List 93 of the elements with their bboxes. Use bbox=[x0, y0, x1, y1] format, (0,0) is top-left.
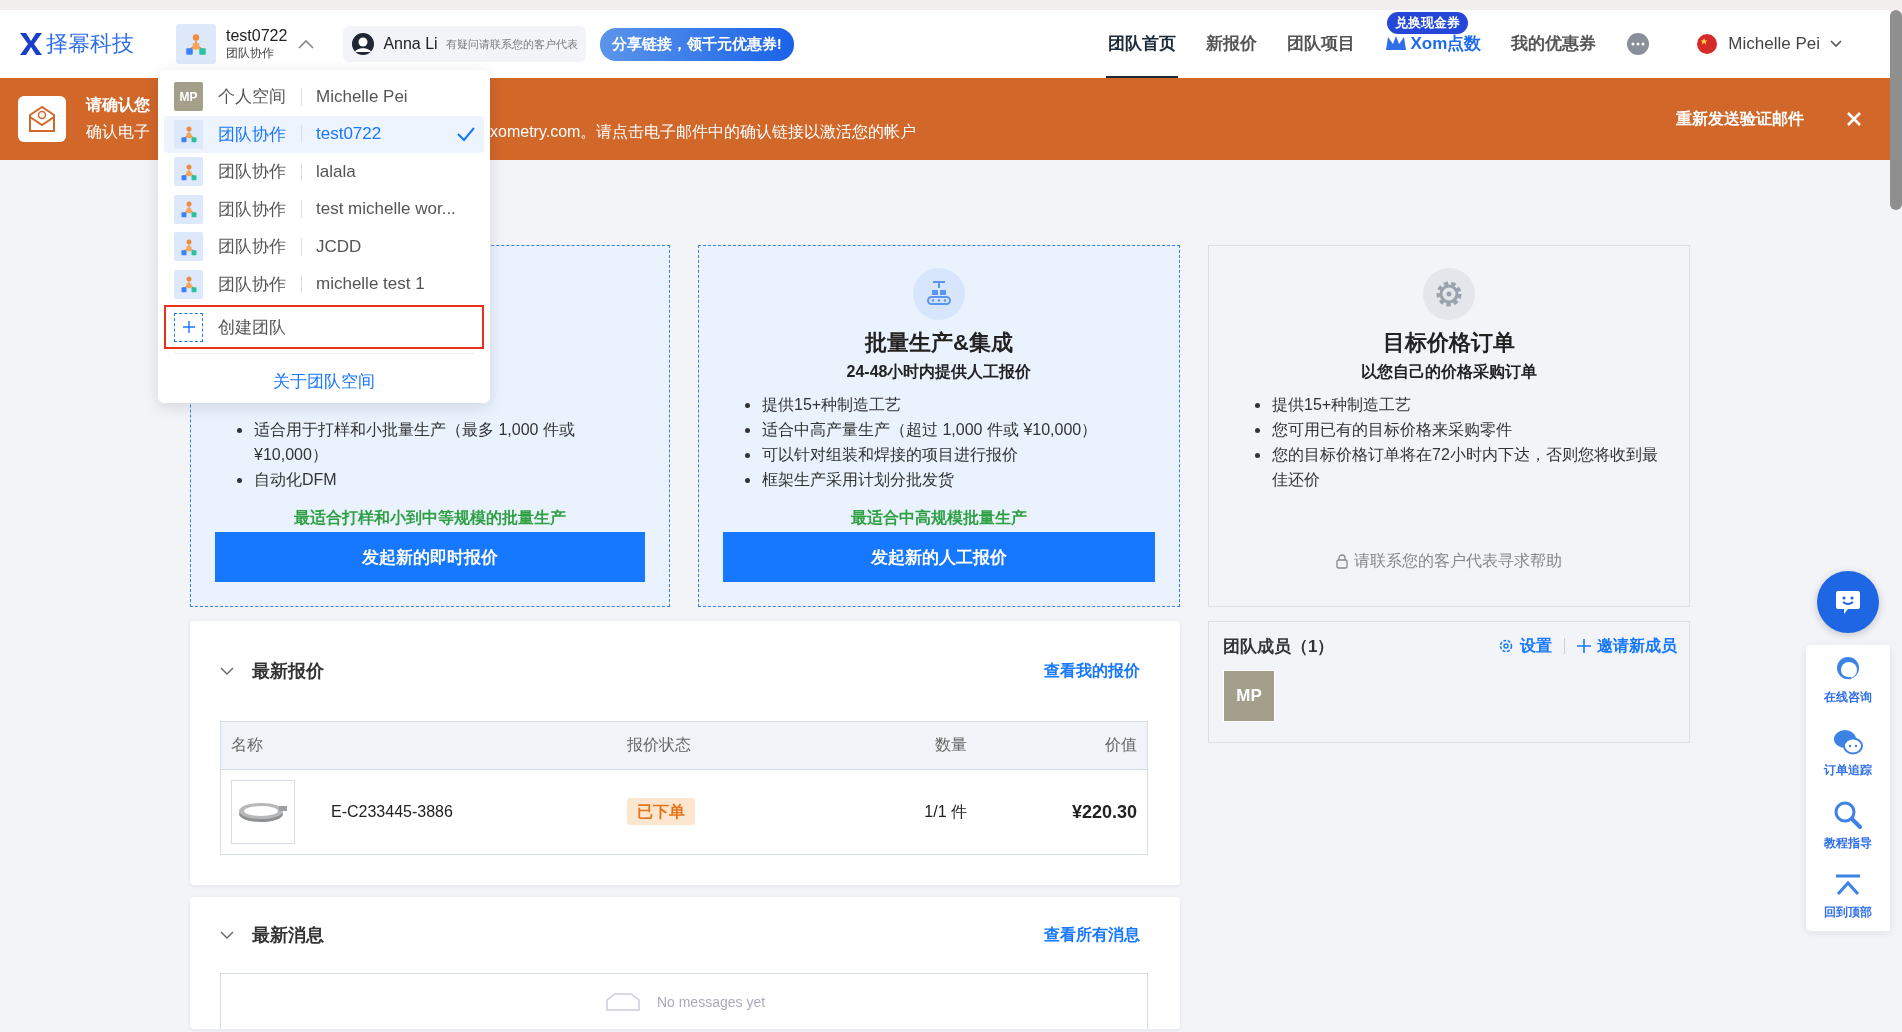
column-header: 数量 bbox=[934, 735, 967, 755]
feature-item: 您的目标价格订单将在72小时内下达，否则您将收到最佳还价 bbox=[1272, 445, 1659, 490]
close-icon[interactable] bbox=[1846, 111, 1862, 127]
side-tool[interactable]: 教程指导 bbox=[1806, 801, 1890, 852]
team-switcher[interactable]: test0722 团队协作 bbox=[176, 24, 324, 64]
side-tool[interactable]: 在线咨询 bbox=[1806, 655, 1890, 706]
resend-link[interactable]: 重新发送验证邮件 bbox=[1676, 108, 1804, 130]
banner-title: 请确认您 bbox=[86, 95, 150, 115]
lock-icon bbox=[1336, 554, 1348, 569]
best-for-text: 最适合中高规模批量生产 bbox=[851, 508, 1027, 528]
badge: 兑换现金券 bbox=[1386, 12, 1468, 34]
points-tab[interactable]: 兑换现金券 Xom点数 bbox=[1382, 10, 1484, 78]
bullet-dot bbox=[1255, 403, 1260, 408]
banner-text: xometry.com。请点击电子邮件中的确认链接以激活您的帐户 bbox=[490, 122, 917, 142]
logo-icon bbox=[18, 31, 44, 57]
plus-icon bbox=[1577, 639, 1591, 653]
person-icon bbox=[351, 32, 376, 56]
nav-tab[interactable]: 团队项目 bbox=[1284, 10, 1357, 78]
user-menu[interactable]: Michelle Pei bbox=[1696, 33, 1842, 55]
feature-item: 自动化DFM bbox=[254, 470, 337, 490]
share-button[interactable]: 分享链接，领千元优惠券! bbox=[599, 27, 794, 61]
quote-button[interactable]: 发起新的即时报价 bbox=[215, 532, 645, 582]
crown-icon bbox=[1384, 35, 1407, 51]
feature-item: 适合用于打样和小批量生产（最多 1,000 件或 ¥10,000） bbox=[254, 420, 576, 465]
member-avatar[interactable]: MP bbox=[1223, 670, 1275, 722]
panel-title: 最新消息 bbox=[252, 924, 324, 947]
rep-hint: 有疑问请联系您的客户代表 bbox=[445, 36, 578, 52]
column-header: 价值 bbox=[1104, 735, 1137, 755]
nav-tab[interactable]: 我的优惠券 bbox=[1509, 10, 1599, 78]
feature-item: 提供15+种制造工艺 bbox=[762, 395, 902, 415]
bullet-dot bbox=[745, 453, 750, 458]
panel-title: 团队成员（1） bbox=[1223, 635, 1335, 658]
settings-icon bbox=[1498, 638, 1514, 654]
back-to-top-icon bbox=[1834, 874, 1862, 898]
team-option[interactable]: 团队协作 lalala bbox=[164, 153, 484, 191]
team-option[interactable]: MP 个人空间 Michelle Pei bbox=[164, 78, 484, 116]
column-header: 名称 bbox=[231, 735, 264, 755]
card-subtitle: 24-48小时内提供人工报价 bbox=[846, 362, 1032, 382]
search-icon bbox=[1834, 801, 1862, 829]
feature-item: 适合中高产量生产（超过 1,000 件或 ¥10,000） bbox=[762, 420, 1098, 440]
card-title: 批量生产&集成 bbox=[865, 329, 1013, 357]
support-chat-button[interactable] bbox=[1817, 571, 1879, 633]
view-messages-link[interactable]: 查看所有消息 bbox=[1044, 924, 1140, 946]
caret-icon bbox=[1830, 40, 1842, 48]
message-icon[interactable] bbox=[1626, 32, 1651, 56]
team-option[interactable]: 团队协作 JCDD bbox=[164, 228, 484, 266]
feature-item: 可以针对组装和焊接的项目进行报价 bbox=[762, 445, 1018, 465]
invite-link[interactable]: 邀请新成员 bbox=[1577, 635, 1677, 657]
chat-icon bbox=[1833, 728, 1863, 756]
part-name: E-C233445-3886 bbox=[331, 803, 453, 821]
bullet-dot bbox=[745, 403, 750, 408]
bullet-dot bbox=[1255, 453, 1260, 458]
bullet-dot bbox=[1255, 428, 1260, 433]
team-option[interactable]: 团队协作 michelle test 1 bbox=[164, 265, 484, 303]
feature-item: 提供15+种制造工艺 bbox=[1272, 395, 1412, 415]
about-link[interactable]: 关于团队空间 bbox=[164, 370, 484, 393]
plus-icon bbox=[181, 320, 196, 334]
locked-note: 请联系您的客户代表寻求帮助 bbox=[1354, 551, 1562, 571]
best-for-text: 最适合打样和小到中等规模的批量生产 bbox=[294, 508, 566, 528]
scrollbar[interactable] bbox=[1890, 10, 1902, 210]
bullet-dot bbox=[237, 428, 242, 433]
banner-text: 确认电子 bbox=[86, 122, 150, 142]
card-subtitle: 以您自己的价格采购订单 bbox=[1361, 362, 1537, 382]
rep-name: Anna Li bbox=[383, 35, 438, 53]
create-team-option[interactable]: 创建团队 bbox=[164, 305, 484, 349]
side-tool[interactable]: 订单追踪 bbox=[1806, 728, 1890, 779]
price-cell-text: ¥220.30 bbox=[1070, 801, 1137, 823]
feature-item: 您可用已有的目标价格来采购零件 bbox=[1272, 420, 1512, 440]
side-tool[interactable]: 回到顶部 bbox=[1806, 874, 1890, 921]
bullet-dot bbox=[745, 428, 750, 433]
feature-item: 框架生产采用计划分批发货 bbox=[762, 470, 954, 490]
check-icon bbox=[456, 126, 476, 143]
smiley-chat-icon bbox=[1834, 588, 1862, 616]
chevron-icon[interactable] bbox=[220, 930, 234, 940]
flag-icon bbox=[1696, 33, 1719, 55]
settings-link[interactable]: 设置 bbox=[1498, 635, 1552, 657]
team-option[interactable]: 团队协作 test0722 bbox=[164, 115, 484, 153]
quote-button[interactable]: 发起新的人工报价 bbox=[723, 532, 1155, 582]
empty-text: No messages yet bbox=[656, 993, 766, 1010]
card-title: 目标价格订单 bbox=[1383, 329, 1515, 357]
team-option[interactable]: 团队协作 test michelle wor... bbox=[164, 190, 484, 228]
nav-tab[interactable]: 新报价 bbox=[1203, 10, 1259, 78]
column-header: 报价状态 bbox=[627, 735, 692, 755]
chevron-icon[interactable] bbox=[220, 666, 234, 676]
mail-icon bbox=[27, 105, 57, 133]
bullet-dot bbox=[237, 478, 242, 483]
quantity-cell-text: 1/1 件 bbox=[923, 801, 967, 822]
bullet-dot bbox=[745, 478, 750, 483]
brand-name: 择幂科技 bbox=[46, 30, 134, 58]
team-icon bbox=[183, 31, 209, 57]
view-quotes-link[interactable]: 查看我的报价 bbox=[1044, 660, 1140, 682]
status-tag: 已下单 bbox=[627, 797, 695, 825]
panel-title: 最新报价 bbox=[252, 660, 324, 683]
